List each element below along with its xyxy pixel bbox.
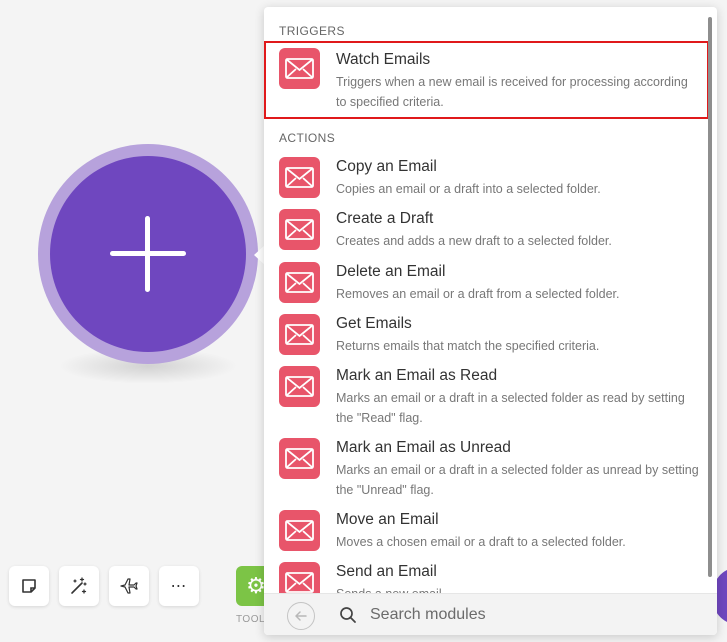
back-button[interactable] <box>287 602 315 630</box>
module-item-copy-an-email[interactable]: Copy an Email Copies an email or a draft… <box>264 153 709 203</box>
arrow-left-icon <box>295 611 307 621</box>
airplane-icon <box>120 578 138 594</box>
module-description: Sends a new email <box>336 584 701 593</box>
envelope-icon <box>279 314 320 355</box>
envelope-icon <box>279 510 320 551</box>
module-item-mark-an-email-as-read[interactable]: Mark an Email as Read Marks an email or … <box>264 362 709 432</box>
envelope-icon <box>279 157 320 198</box>
envelope-icon <box>279 48 320 89</box>
module-title: Move an Email <box>336 511 439 528</box>
module-item-send-an-email[interactable]: Send an Email Sends a new email <box>264 558 709 593</box>
magic-wand-button[interactable] <box>59 566 99 606</box>
module-item-mark-an-email-as-unread[interactable]: Mark an Email as Unread Marks an email o… <box>264 434 709 504</box>
module-description: Marks an email or a draft in a selected … <box>336 463 699 497</box>
module-description: Returns emails that match the specified … <box>336 339 600 353</box>
module-description: Creates and adds a new draft to a select… <box>336 234 612 248</box>
envelope-icon <box>279 366 320 407</box>
more-options-button[interactable]: ⋯ <box>159 566 199 606</box>
flow-control-button[interactable] <box>109 566 149 606</box>
triggers-heading: TRIGGERS <box>279 24 345 38</box>
module-title: Create a Draft <box>336 210 434 227</box>
note-button[interactable] <box>9 566 49 606</box>
module-title: Copy an Email <box>336 158 437 175</box>
actions-heading: ACTIONS <box>279 131 336 145</box>
gear-icon: ⚙ <box>246 573 266 598</box>
module-description: Marks an email or a draft in a selected … <box>336 391 685 425</box>
module-description: Moves a chosen email or a draft to a sel… <box>336 535 626 549</box>
envelope-icon <box>279 209 320 250</box>
module-item-delete-an-email[interactable]: Delete an Email Removes an email or a dr… <box>264 258 709 308</box>
note-icon <box>22 579 36 593</box>
search-modules-input[interactable] <box>370 603 690 627</box>
envelope-icon <box>279 262 320 303</box>
search-icon <box>340 607 356 623</box>
module-description: Copies an email or a draft into a select… <box>336 182 601 196</box>
scrollbar-thumb[interactable] <box>708 17 712 577</box>
module-picker-panel: TRIGGERS Watch Emails Triggers when a ne… <box>264 7 717 635</box>
ellipsis-icon: ⋯ <box>170 578 188 595</box>
module-title: Mark an Email as Unread <box>336 439 511 456</box>
module-title: Send an Email <box>336 563 437 580</box>
module-item-create-a-draft[interactable]: Create a Draft Creates and adds a new dr… <box>264 205 709 255</box>
module-description: Removes an email or a draft from a selec… <box>336 287 620 301</box>
module-title: Get Emails <box>336 315 412 332</box>
module-item-move-an-email[interactable]: Move an Email Moves a chosen email or a … <box>264 506 709 556</box>
module-item-get-emails[interactable]: Get Emails Returns emails that match the… <box>264 310 709 360</box>
envelope-icon <box>279 562 320 593</box>
module-description: Triggers when a new email is received fo… <box>336 75 688 109</box>
envelope-icon <box>279 438 320 479</box>
tools-label: TOOL <box>236 614 266 625</box>
magic-wand-icon <box>71 577 87 594</box>
plus-icon-vertical <box>145 216 150 292</box>
module-item-watch-emails[interactable]: Watch Emails Triggers when a new email i… <box>264 41 709 119</box>
search-bar <box>264 593 717 635</box>
module-title: Mark an Email as Read <box>336 367 498 384</box>
module-title: Delete an Email <box>336 263 446 280</box>
module-title: Watch Emails <box>336 51 431 68</box>
module-list[interactable]: TRIGGERS Watch Emails Triggers when a ne… <box>264 7 709 593</box>
